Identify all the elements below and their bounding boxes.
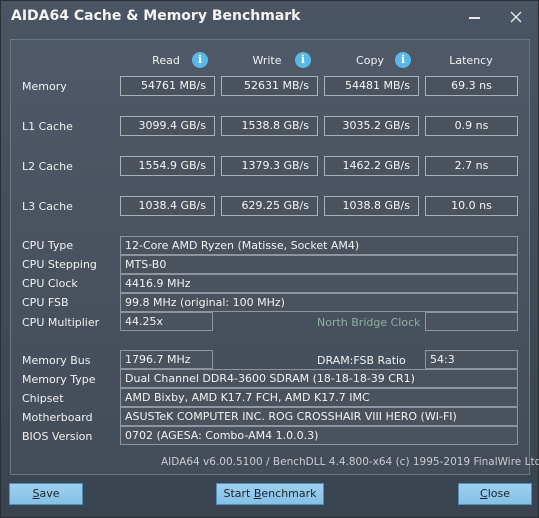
close-icon <box>510 11 522 23</box>
window-title: AIDA64 Cache & Memory Benchmark <box>11 8 301 24</box>
copy-info-icon[interactable]: i <box>395 52 411 68</box>
chipset-label: Chipset <box>22 392 64 405</box>
title-bar[interactable]: AIDA64 Cache & Memory Benchmark <box>1 1 538 35</box>
memory-write-value: 52631 MB/s <box>221 76 318 96</box>
cpu-clock-value: 4416.9 MHz <box>120 274 518 293</box>
cpu-type-value: 12-Core AMD Ryzen (Matisse, Socket AM4) <box>120 236 518 255</box>
l3-write-value: 629.25 GB/s <box>221 196 318 216</box>
memory-latency-value: 69.3 ns <box>425 76 518 96</box>
l3-read-value: 1038.4 GB/s <box>120 196 215 216</box>
results-panel: Read i Write i Copy i Latency Memory 547… <box>10 39 539 475</box>
memory-type-label: Memory Type <box>22 373 96 386</box>
close-label-rest: lose <box>487 487 510 500</box>
cpu-fsb-label: CPU FSB <box>22 296 69 309</box>
l2-copy-value: 1462.2 GB/s <box>324 156 419 176</box>
row-label-l3: L3 Cache <box>22 200 73 213</box>
benchmark-window: AIDA64 Cache & Memory Benchmark Read i W… <box>0 0 539 518</box>
start-label-rest: enchmark <box>261 487 317 500</box>
col-latency-header: Latency <box>449 54 493 67</box>
close-accel-letter: C <box>480 487 488 500</box>
close-button[interactable]: Close <box>458 483 532 505</box>
row-label-memory: Memory <box>22 80 67 93</box>
write-info-icon[interactable]: i <box>295 52 311 68</box>
north-bridge-clock-value <box>425 312 518 331</box>
cpu-multiplier-value: 44.25x <box>120 312 213 331</box>
motherboard-label: Motherboard <box>22 411 93 424</box>
bios-version-label: BIOS Version <box>22 430 93 443</box>
start-label-prefix: Start <box>223 487 254 500</box>
dram-fsb-ratio-label: DRAM:FSB Ratio <box>317 354 406 367</box>
cpu-stepping-label: CPU Stepping <box>22 258 97 271</box>
save-button[interactable]: Save <box>9 483 83 505</box>
l2-read-value: 1554.9 GB/s <box>120 156 215 176</box>
cpu-clock-label: CPU Clock <box>22 277 78 290</box>
memory-copy-value: 54481 MB/s <box>324 76 419 96</box>
window-close-button[interactable] <box>505 7 527 27</box>
memory-type-value: Dual Channel DDR4-3600 SDRAM (18-18-18-3… <box>120 369 518 388</box>
memory-bus-label: Memory Bus <box>22 354 91 367</box>
minimize-button[interactable] <box>464 7 486 27</box>
cpu-type-label: CPU Type <box>22 239 74 252</box>
memory-read-value: 54761 MB/s <box>120 76 215 96</box>
l1-write-value: 1538.8 GB/s <box>221 116 318 136</box>
l1-latency-value: 0.9 ns <box>425 116 518 136</box>
l1-read-value: 3099.4 GB/s <box>120 116 215 136</box>
chipset-value: AMD Bixby, AMD K17.7 FCH, AMD K17.7 IMC <box>120 388 518 407</box>
l2-latency-value: 2.7 ns <box>425 156 518 176</box>
cpu-multiplier-label: CPU Multiplier <box>22 316 100 329</box>
l2-write-value: 1379.3 GB/s <box>221 156 318 176</box>
col-write-header: Write <box>252 54 282 67</box>
row-label-l2: L2 Cache <box>22 160 73 173</box>
row-label-l1: L1 Cache <box>22 120 73 133</box>
l1-copy-value: 3035.2 GB/s <box>324 116 419 136</box>
version-footer: AIDA64 v6.00.5100 / BenchDLL 4.4.800-x64… <box>161 456 539 468</box>
start-benchmark-button[interactable]: Start Benchmark <box>216 483 324 505</box>
memory-bus-value: 1796.7 MHz <box>120 350 213 369</box>
minimize-icon <box>469 17 480 19</box>
cpu-stepping-value: MTS-B0 <box>120 255 518 274</box>
dram-fsb-ratio-value: 54:3 <box>425 350 518 369</box>
col-read-header: Read <box>152 54 180 67</box>
read-info-icon[interactable]: i <box>192 52 208 68</box>
motherboard-value: ASUSTeK COMPUTER INC. ROG CROSSHAIR VIII… <box>120 407 518 426</box>
save-label-rest: ave <box>39 487 60 500</box>
l3-latency-value: 10.0 ns <box>425 196 518 216</box>
north-bridge-clock-label: North Bridge Clock <box>317 316 421 329</box>
col-copy-header: Copy <box>356 54 384 67</box>
bios-version-value: 0702 (AGESA: Combo-AM4 1.0.0.3) <box>120 426 518 445</box>
cpu-fsb-value: 99.8 MHz (original: 100 MHz) <box>120 293 518 312</box>
l3-copy-value: 1038.8 GB/s <box>324 196 419 216</box>
